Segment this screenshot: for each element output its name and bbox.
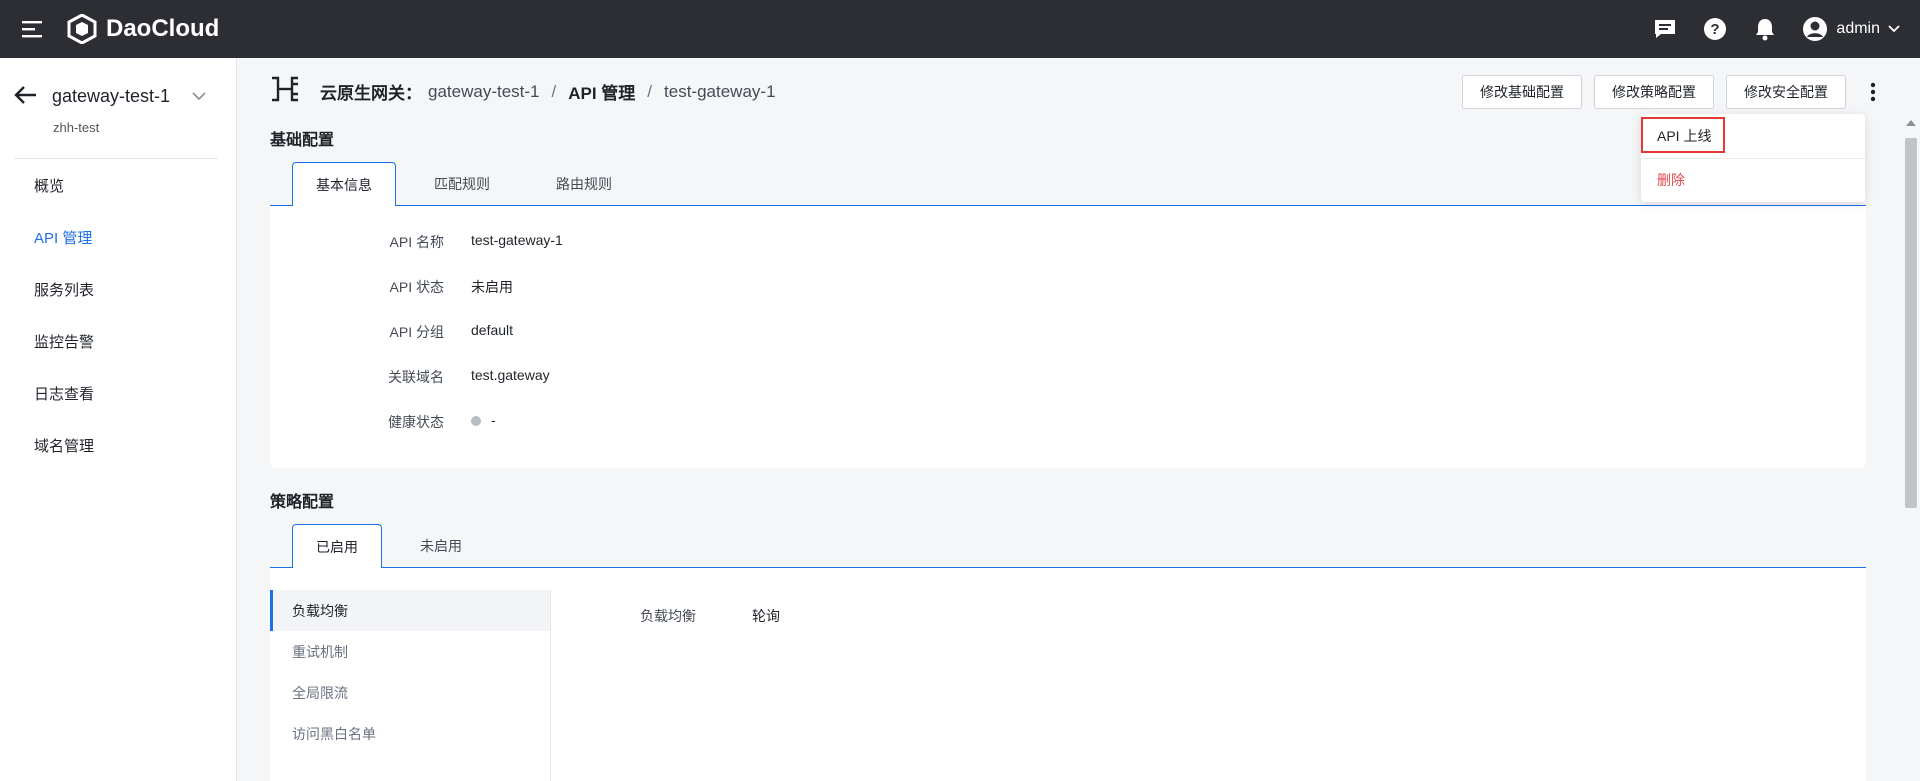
sidebar-item-domain-management[interactable]: 域名管理 bbox=[0, 419, 236, 471]
tab-enabled[interactable]: 已启用 bbox=[292, 524, 382, 569]
gateway-switcher: gateway-test-1 zhh-test bbox=[0, 58, 236, 158]
gateway-namespace: zhh-test bbox=[53, 120, 100, 135]
basic-config-title: 基础配置 bbox=[270, 132, 335, 149]
svg-text:?: ? bbox=[1711, 21, 1720, 38]
edit-basic-config-button[interactable]: 修改基础配置 bbox=[1462, 75, 1582, 109]
sidebar-item-monitoring-alerts[interactable]: 监控告警 bbox=[0, 315, 236, 367]
basic-config-tabs: 基本信息 匹配规则 路由规则 bbox=[270, 162, 1866, 207]
back-arrow-icon[interactable] bbox=[14, 85, 38, 108]
field-label: API 状态 bbox=[389, 279, 444, 295]
field-value: test.gateway bbox=[471, 367, 550, 383]
chevron-down-icon bbox=[1888, 25, 1900, 33]
dropdown-divider bbox=[1641, 158, 1865, 159]
sidebar: gateway-test-1 zhh-test 概览 API 管理 服务列表 监… bbox=[0, 58, 237, 781]
breadcrumb-separator: / bbox=[647, 81, 653, 101]
health-status-value: - bbox=[471, 412, 496, 428]
policy-card: 负载均衡 重试机制 全局限流 访问黑白名单 负载均衡 轮询 bbox=[270, 568, 1866, 781]
gateway-icon bbox=[270, 74, 300, 109]
highlight-box bbox=[1641, 117, 1725, 153]
scrollbar-thumb[interactable] bbox=[1905, 138, 1917, 508]
policy-detail-label: 负载均衡 bbox=[640, 608, 696, 624]
sidebar-item-overview[interactable]: 概览 bbox=[0, 159, 236, 211]
breadcrumb-current: test-gateway-1 bbox=[664, 81, 776, 101]
field-label: API 名称 bbox=[389, 234, 444, 250]
field-label: API 分组 bbox=[389, 324, 444, 340]
field-api-group: API 分组 default bbox=[270, 322, 870, 342]
status-dot bbox=[471, 416, 481, 426]
tab-disabled[interactable]: 未启用 bbox=[396, 524, 486, 568]
field-value: test-gateway-1 bbox=[471, 232, 563, 248]
avatar-icon bbox=[1803, 17, 1828, 41]
user-menu[interactable]: admin bbox=[1802, 16, 1900, 42]
policy-config-tabs: 已启用 未启用 bbox=[270, 524, 1866, 569]
breadcrumb-api-management[interactable]: API 管理 bbox=[568, 79, 635, 104]
field-api-name: API 名称 test-gateway-1 bbox=[270, 232, 870, 252]
policy-item-global-rate-limit[interactable]: 全局限流 bbox=[270, 672, 550, 713]
basic-info-card: API 名称 test-gateway-1 API 状态 未启用 API 分组 … bbox=[270, 206, 1866, 468]
policy-list: 负载均衡 重试机制 全局限流 访问黑白名单 bbox=[270, 590, 551, 781]
field-label: 健康状态 bbox=[388, 414, 444, 430]
hamburger-menu-icon[interactable] bbox=[0, 0, 66, 58]
daocloud-logo-icon bbox=[67, 14, 97, 44]
tab-match-rules[interactable]: 匹配规则 bbox=[410, 162, 514, 206]
sidebar-item-api-management[interactable]: API 管理 bbox=[0, 211, 236, 263]
policy-config-title: 策略配置 bbox=[270, 494, 335, 511]
more-actions-icon[interactable] bbox=[1860, 75, 1886, 109]
daocloud-logo[interactable]: DaoCloud bbox=[66, 14, 219, 44]
sidebar-item-service-list[interactable]: 服务列表 bbox=[0, 263, 236, 315]
notification-bell-icon[interactable] bbox=[1752, 16, 1778, 42]
message-icon[interactable] bbox=[1652, 16, 1678, 42]
sidebar-nav: 概览 API 管理 服务列表 监控告警 日志查看 域名管理 bbox=[0, 159, 236, 471]
field-value: - bbox=[491, 412, 496, 428]
policy-item-access-blacklist-whitelist[interactable]: 访问黑白名单 bbox=[270, 713, 550, 754]
top-navigation-bar: DaoCloud ? admin bbox=[0, 0, 1920, 58]
field-linked-domain: 关联域名 test.gateway bbox=[270, 367, 870, 387]
field-health-status: 健康状态 - bbox=[270, 412, 870, 432]
policy-item-retry[interactable]: 重试机制 bbox=[270, 631, 550, 672]
breadcrumb: 云原生网关： gateway-test-1 / API 管理 / test-ga… bbox=[270, 74, 776, 109]
breadcrumb-root: 云原生网关： bbox=[320, 84, 422, 103]
edit-policy-config-button[interactable]: 修改策略配置 bbox=[1594, 75, 1714, 109]
brand-name: DaoCloud bbox=[106, 15, 220, 42]
help-icon[interactable]: ? bbox=[1702, 16, 1728, 42]
field-label: 关联域名 bbox=[388, 369, 444, 385]
policy-item-load-balancing[interactable]: 负载均衡 bbox=[270, 590, 550, 631]
chevron-down-icon[interactable] bbox=[192, 88, 206, 104]
field-value: 未启用 bbox=[471, 279, 513, 295]
tab-basic-info[interactable]: 基本信息 bbox=[292, 162, 396, 207]
sidebar-item-log-view[interactable]: 日志查看 bbox=[0, 367, 236, 419]
gateway-name[interactable]: gateway-test-1 bbox=[52, 86, 170, 107]
tab-route-rules[interactable]: 路由规则 bbox=[532, 162, 636, 206]
delete-menu-item[interactable]: 删除 bbox=[1641, 162, 1865, 198]
edit-security-config-button[interactable]: 修改安全配置 bbox=[1726, 75, 1846, 109]
page-actions: 修改基础配置 修改策略配置 修改安全配置 bbox=[1462, 75, 1886, 109]
scroll-up-arrow-icon[interactable] bbox=[1906, 120, 1916, 126]
field-api-status: API 状态 未启用 bbox=[270, 277, 870, 297]
user-name: admin bbox=[1836, 20, 1880, 37]
breadcrumb-separator: / bbox=[551, 81, 557, 101]
scrollbar[interactable] bbox=[1902, 58, 1920, 781]
policy-detail-value: 轮询 bbox=[752, 608, 780, 624]
breadcrumb-gateway[interactable]: gateway-test-1 bbox=[428, 82, 540, 102]
field-value: default bbox=[471, 322, 514, 338]
